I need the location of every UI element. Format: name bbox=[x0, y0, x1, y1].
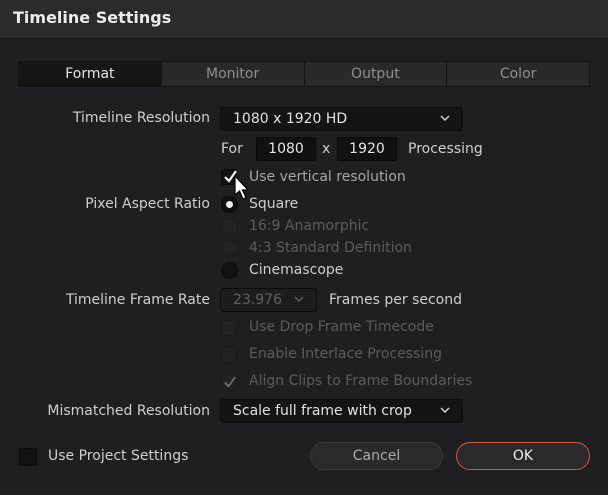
timeline-resolution-value: 1080 x 1920 HD bbox=[233, 111, 348, 127]
height-input[interactable]: 1920 bbox=[337, 137, 397, 161]
timeline-resolution-label: Timeline Resolution bbox=[72, 110, 210, 126]
radio-cinemascope-label: Cinemascope bbox=[249, 262, 344, 278]
frame-rate-select[interactable]: 23.976 bbox=[220, 288, 317, 312]
tab-output[interactable]: Output bbox=[304, 62, 448, 86]
for-label: For bbox=[221, 141, 243, 157]
mismatched-resolution-label: Mismatched Resolution bbox=[47, 403, 210, 419]
tab-bar: Format Monitor Output Color bbox=[18, 61, 590, 87]
mismatched-resolution-value: Scale full frame with crop bbox=[233, 403, 412, 419]
chevron-down-icon bbox=[294, 296, 304, 303]
radio-cinemascope[interactable] bbox=[221, 262, 238, 279]
mismatched-resolution-select[interactable]: Scale full frame with crop bbox=[220, 399, 463, 423]
interlace-processing-checkbox[interactable] bbox=[221, 347, 237, 363]
use-project-settings-label: Use Project Settings bbox=[48, 448, 189, 464]
drop-frame-timecode-checkbox[interactable] bbox=[221, 320, 237, 336]
timeline-settings-dialog: Timeline Settings Format Monitor Output … bbox=[0, 0, 608, 495]
drop-frame-timecode-label: Use Drop Frame Timecode bbox=[249, 319, 434, 335]
radio-16-9-anamorphic-label: 16:9 Anamorphic bbox=[249, 218, 370, 234]
tab-monitor[interactable]: Monitor bbox=[161, 62, 305, 86]
chevron-down-icon bbox=[440, 407, 450, 414]
radio-16-9-anamorphic[interactable] bbox=[221, 218, 238, 235]
chevron-down-icon bbox=[440, 115, 450, 122]
processing-label: Processing bbox=[408, 141, 483, 157]
align-clips-label: Align Clips to Frame Boundaries bbox=[249, 373, 473, 389]
title-bar: Timeline Settings bbox=[0, 0, 608, 39]
radio-square-label: Square bbox=[249, 196, 299, 212]
use-project-settings-checkbox[interactable] bbox=[19, 448, 37, 466]
timeline-resolution-select[interactable]: 1080 x 1920 HD bbox=[220, 107, 463, 131]
pixel-aspect-ratio-label: Pixel Aspect Ratio bbox=[85, 196, 210, 212]
use-vertical-resolution-label: Use vertical resolution bbox=[249, 169, 406, 185]
cancel-button[interactable]: Cancel bbox=[310, 442, 443, 470]
tab-color[interactable]: Color bbox=[447, 62, 589, 86]
tab-format[interactable]: Format bbox=[19, 62, 162, 86]
dialog-title: Timeline Settings bbox=[13, 8, 172, 27]
mouse-cursor-icon bbox=[234, 175, 250, 200]
checkmark-icon bbox=[224, 376, 236, 388]
radio-4-3-standard-definition[interactable] bbox=[221, 240, 238, 257]
times-label: x bbox=[322, 141, 331, 157]
frame-rate-value: 23.976 bbox=[233, 292, 282, 308]
interlace-processing-label: Enable Interlace Processing bbox=[249, 346, 442, 362]
timeline-frame-rate-label: Timeline Frame Rate bbox=[65, 292, 210, 308]
radio-4-3-standard-definition-label: 4:3 Standard Definition bbox=[249, 240, 412, 256]
ok-button[interactable]: OK bbox=[456, 442, 590, 470]
width-input[interactable]: 1080 bbox=[256, 137, 316, 161]
align-clips-checkbox[interactable] bbox=[221, 374, 237, 390]
frames-per-second-label: Frames per second bbox=[329, 292, 462, 308]
